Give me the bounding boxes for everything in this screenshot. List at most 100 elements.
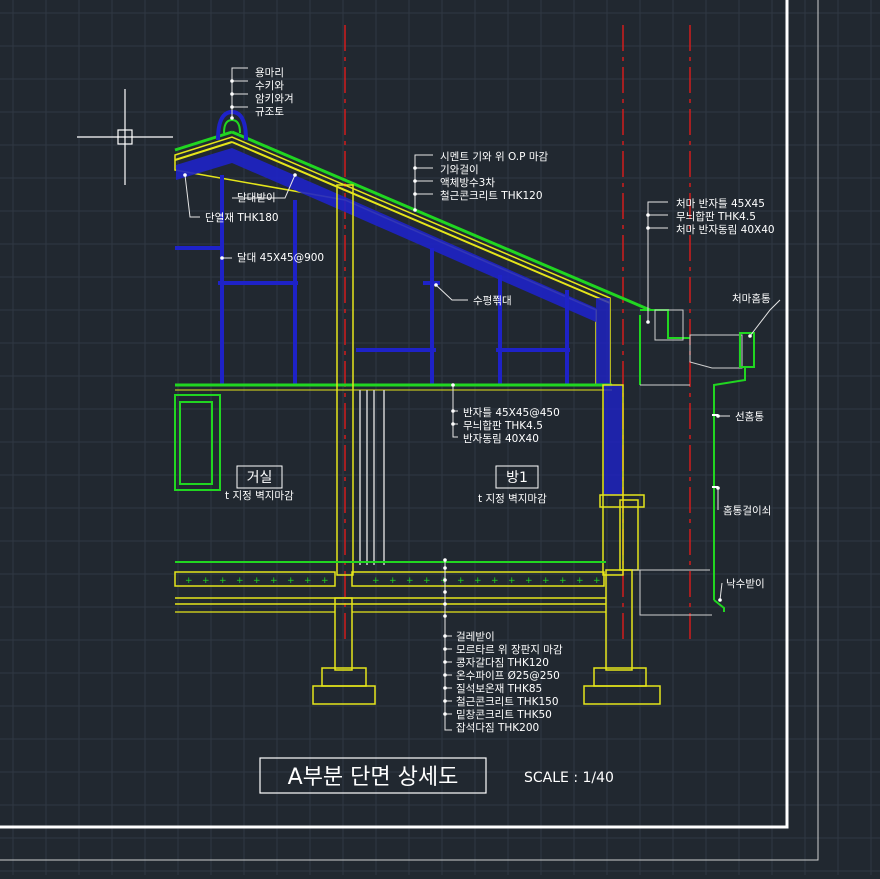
pipe-symbol: + [593,576,601,586]
pipe-symbol: + [372,576,380,586]
label-floor-2: 모르타르 위 장판지 마감 [456,643,563,656]
leader-dot [451,409,455,413]
leader-dot [413,192,417,196]
room-bed-name: 방1 [506,470,528,486]
label-floor-5: 질석보온재 THK85 [456,683,542,695]
eave-soffit [639,309,755,386]
label-downpipe: 선홈통 [735,410,764,423]
pipe-symbol: + [321,576,329,586]
label-bed-finish: t 지정 벽지마감 [478,493,547,505]
label-floor-3: 콩자갈다짐 THK120 [456,656,549,669]
leader-dot [718,598,722,602]
leader-dot [443,647,447,651]
ceiling-line [175,383,612,391]
label-living-finish: t 지정 벽지마감 [225,490,294,502]
pipe-symbol: + [304,576,312,586]
label-drip: 낙수받이 [726,578,765,590]
pipe-symbol: + [525,576,533,586]
leader-dot [716,414,720,418]
label-insulation: 단열재 THK180 [205,212,279,224]
label-floor-7: 밑창콘크리트 THK50 [456,709,552,721]
drawing-title: A부분 단면 상세도 [288,765,459,790]
label-floor-8: 잡석다짐 THK200 [456,722,539,734]
leader-dot [443,634,447,638]
label-ceiling-1: 반자틀 45X45@450 [463,407,560,419]
label-ridge-3: 암키와겨 [255,93,294,105]
pipe-symbol: + [457,576,465,586]
leader-dot [443,673,447,677]
pipe-symbol: + [406,576,414,586]
label-eave-gutter: 처마홈통 [732,292,771,305]
leader-dot [451,383,455,387]
leader-line [414,154,433,210]
label-floor-6: 철근콘크리트 THK150 [456,696,559,708]
pipe-symbol: + [253,576,261,586]
label-downpipe-bracket: 홈통걸이쇠 [723,504,771,517]
leader-dot [716,486,720,490]
cad-drawing-canvas[interactable]: +++++++++++++++++++++++ 용마리 수키와 암키와겨 규조토… [0,0,880,875]
label-roof-3: 액체방수3차 [440,177,495,189]
pipe-symbol: + [236,576,244,586]
leader-dot [443,712,447,716]
leader-dot [230,105,234,109]
pipe-symbol: + [576,576,584,586]
leader-dot [451,422,455,426]
leader-dot [413,179,417,183]
pipe-symbol: + [185,576,193,586]
room-tag-bed: 방1 [495,465,539,489]
leader-dot [748,334,752,338]
leader-dot [230,79,234,83]
leader-dot [443,660,447,664]
drawing-scale: SCALE : 1/40 [524,770,614,786]
label-beam: 수평쬒대 [473,294,512,307]
pipe-symbol: + [474,576,482,586]
heating-pipes: +++++++++++++++++++++++ [185,576,601,586]
leader-dot [443,578,447,582]
pipe-symbol: + [491,576,499,586]
pipe-symbol: + [559,576,567,586]
leader-dot [230,116,234,120]
pipe-symbol: + [508,576,516,586]
leader-line [749,299,781,337]
leader-dot [646,320,650,324]
label-ridge-1: 용마리 [255,67,284,79]
room-living-name: 거실 [247,470,273,486]
label-roof-4: 철근콘크리트 THK120 [440,190,543,202]
leader-dot [413,208,417,212]
crosshair-cursor [77,89,173,185]
leader-dot [230,92,234,96]
leader-dot [443,602,447,606]
leader-dot [183,173,187,177]
leader-line [435,284,468,301]
label-ceiling-3: 반자동림 40X40 [463,433,539,445]
leader-dot [434,283,438,287]
pipe-symbol: + [219,576,227,586]
label-hanger: 달대 45X45@900 [237,252,324,264]
pipe-symbol: + [202,576,210,586]
leader-dot [443,699,447,703]
pipe-symbol: + [287,576,295,586]
leader-dot [293,173,297,177]
drawing-title-block: A부분 단면 상세도 SCALE : 1/40 [259,757,614,794]
label-ridge-2: 수키와 [255,80,284,92]
leader-dot [413,166,417,170]
pipe-symbol: + [423,576,431,586]
leader-dot [220,256,224,260]
leader-dot [443,558,447,562]
leader-line [719,582,723,601]
leader-dot [646,226,650,230]
label-eave-2: 무늬합판 THK4.5 [676,211,756,223]
label-roof-1: 시멘트 기와 위 O.P 마감 [440,150,548,163]
pipe-symbol: + [270,576,278,586]
leader-dot [443,614,447,618]
pipe-symbol: + [542,576,550,586]
label-ceiling-2: 무늬합판 THK4.5 [463,420,543,432]
label-floor-1: 걸레받이 [456,630,495,643]
label-eave-3: 처마 반자동림 40X40 [676,224,775,236]
leader-dot [443,686,447,690]
label-ridge-4: 규조토 [255,106,284,118]
label-insulation-top: 달대받이 [237,192,276,204]
leader-dot [443,590,447,594]
label-floor-4: 온수파이프 Ø25@250 [456,670,560,682]
pipe-symbol: + [389,576,397,586]
